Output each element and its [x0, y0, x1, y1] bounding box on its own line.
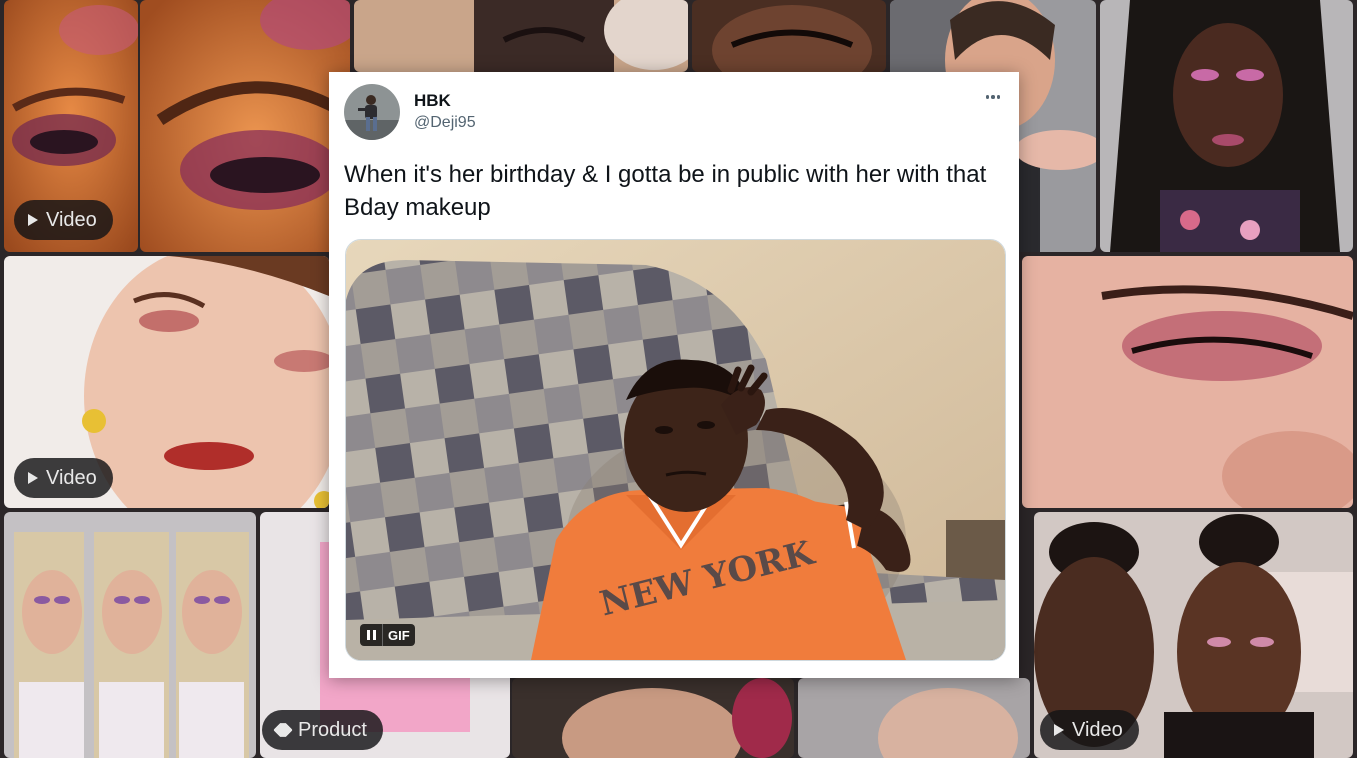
tweet-gif-media[interactable]: NEW YORK GIF	[345, 239, 1006, 661]
woman-photo	[1100, 0, 1353, 252]
collage-tile-face-top[interactable]	[354, 0, 688, 72]
display-name[interactable]: HBK	[414, 91, 451, 111]
collage-tile-woman-bun[interactable]: Video	[1034, 512, 1353, 758]
gif-label: GIF	[388, 627, 410, 643]
product-badge[interactable]: Product	[262, 710, 383, 750]
collage-tile-eye-orange-2[interactable]	[140, 0, 350, 252]
play-icon	[1054, 724, 1064, 736]
video-badge[interactable]: Video	[14, 200, 113, 240]
play-icon	[28, 472, 38, 484]
collage-tile-three-faces[interactable]	[4, 512, 256, 758]
avatar-image	[344, 84, 400, 140]
pause-icon[interactable]	[360, 624, 383, 646]
collage-tile-woman-red-lips[interactable]: Video	[4, 256, 329, 508]
collage-tile-bottom-1[interactable]	[512, 678, 794, 758]
face-image	[692, 0, 886, 72]
collage-tile-face-top-2[interactable]	[692, 0, 886, 72]
tag-icon	[273, 720, 293, 740]
user-handle[interactable]: @Deji95	[414, 114, 476, 132]
collage-tile-woman-floral[interactable]	[1100, 0, 1353, 252]
collage-tile-eye-closeup[interactable]	[1022, 256, 1353, 508]
video-badge[interactable]: Video	[14, 458, 113, 498]
gif-badge[interactable]: GIF	[360, 624, 415, 646]
face-image	[512, 678, 794, 758]
tweet-text: When it's her birthday & I gotta be in p…	[344, 161, 987, 221]
play-icon	[28, 214, 38, 226]
video-badge[interactable]: Video	[1040, 710, 1139, 750]
collage-tile-bottom-2[interactable]	[798, 678, 1030, 758]
collage-tile-eye-orange[interactable]: Video	[4, 0, 138, 252]
eye-makeup-image	[1022, 256, 1353, 508]
face-image	[798, 678, 1030, 758]
avatar[interactable]	[344, 84, 400, 140]
gif-frame-boy-on-couch: NEW YORK	[346, 240, 1005, 660]
face-image	[354, 0, 688, 72]
eye-makeup-image	[140, 0, 350, 252]
more-options-icon[interactable]	[982, 86, 1004, 108]
makeup-steps-photo	[4, 512, 256, 758]
tweet-card[interactable]: HBK @Deji95 When it's her birthday & I g…	[329, 72, 1019, 678]
